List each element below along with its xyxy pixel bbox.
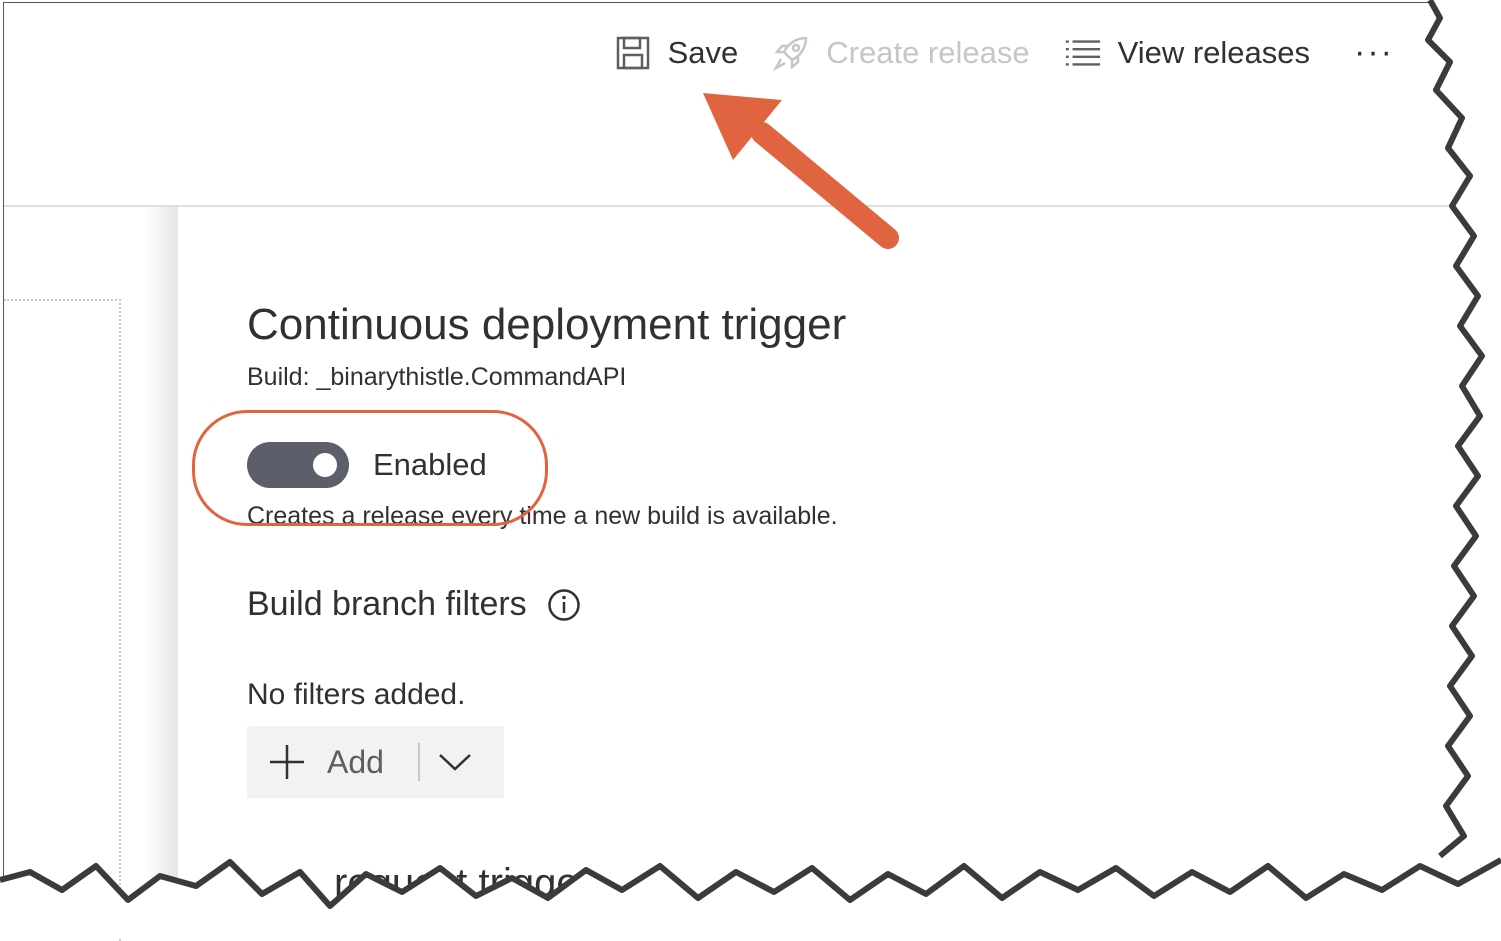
branch-filters-heading: Build branch filters [247, 585, 1347, 624]
no-filters-text: No filters added. [247, 678, 466, 711]
more-options-button[interactable]: ··· [1354, 33, 1394, 72]
info-icon[interactable] [547, 588, 581, 622]
view-releases-button[interactable]: View releases [1064, 34, 1310, 72]
create-release-label: Create release [826, 34, 1030, 70]
rocket-icon [772, 34, 810, 72]
panel-title: Continuous deployment trigger [247, 300, 847, 349]
save-icon [614, 34, 652, 72]
toolbar: Save Create release View releases ··· [614, 33, 1394, 72]
toggle-label: Enabled [373, 447, 487, 482]
trigger-toggle-row: Enabled [192, 410, 1347, 526]
save-label: Save [667, 34, 739, 70]
chevron-down-icon[interactable] [420, 751, 490, 773]
panel-shadow [144, 207, 178, 933]
release-pipeline-window: Save Create release View releases ··· Co… [3, 2, 1494, 941]
toggle-description: Creates a release every time a new build… [247, 502, 838, 530]
view-releases-label: View releases [1117, 34, 1311, 70]
screenshot-frame: Save Create release View releases ··· Co… [0, 0, 1501, 941]
plus-icon [247, 743, 327, 781]
branch-filters-title: Build branch filters [247, 585, 527, 623]
add-filter-label: Add [327, 743, 384, 780]
pull-request-trigger-heading-partial: request trigger [334, 861, 592, 905]
build-source-label: Build: _binarythistle.CommandAPI [247, 363, 627, 391]
continuous-deployment-toggle[interactable] [247, 442, 349, 488]
trigger-settings-panel: Continuous deployment trigger Build: _bi… [192, 293, 1347, 798]
add-filter-button[interactable]: Add [247, 726, 504, 798]
create-release-button[interactable]: Create release [772, 34, 1030, 72]
pipeline-canvas-panel [4, 299, 121, 941]
toolbar-divider [4, 205, 1494, 207]
list-icon [1064, 34, 1102, 72]
toggle-knob [313, 453, 337, 477]
save-button[interactable]: Save [614, 34, 739, 72]
